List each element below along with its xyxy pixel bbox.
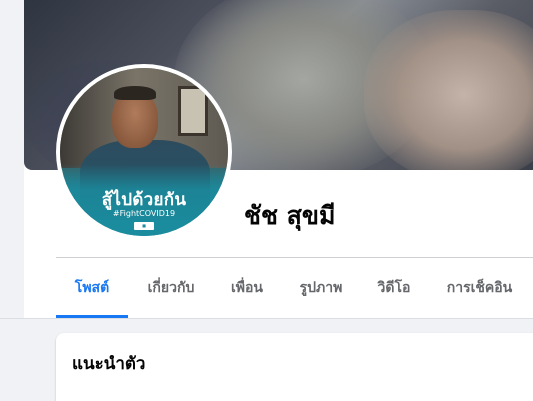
tab-friends[interactable]: เพื่อน — [214, 258, 280, 318]
profile-picture[interactable]: สู้ไปด้วยกัน #FightCOVID19 ■ — [56, 64, 232, 240]
tab-photos[interactable]: รูปภาพ — [280, 258, 362, 318]
profile-name: ชัช สุขมี — [244, 201, 336, 230]
frame-hashtag: #FightCOVID19 — [112, 209, 176, 218]
intro-title: แนะนำตัว — [72, 354, 146, 374]
frame-badge-icon: ■ — [134, 222, 154, 230]
tab-checkins[interactable]: การเช็คอิน — [426, 258, 533, 318]
tab-videos[interactable]: วิดีโอ — [362, 258, 426, 318]
intro-card: แนะนำตัว — [56, 333, 533, 401]
tab-about[interactable]: เกี่ยวกับ — [128, 258, 214, 318]
avatar: สู้ไปด้วยกัน #FightCOVID19 ■ — [60, 68, 228, 236]
profile-tabs: โพสต์ เกี่ยวกับ เพื่อน รูปภาพ วิดีโอ การ… — [56, 258, 533, 318]
tab-posts[interactable]: โพสต์ — [56, 258, 128, 318]
